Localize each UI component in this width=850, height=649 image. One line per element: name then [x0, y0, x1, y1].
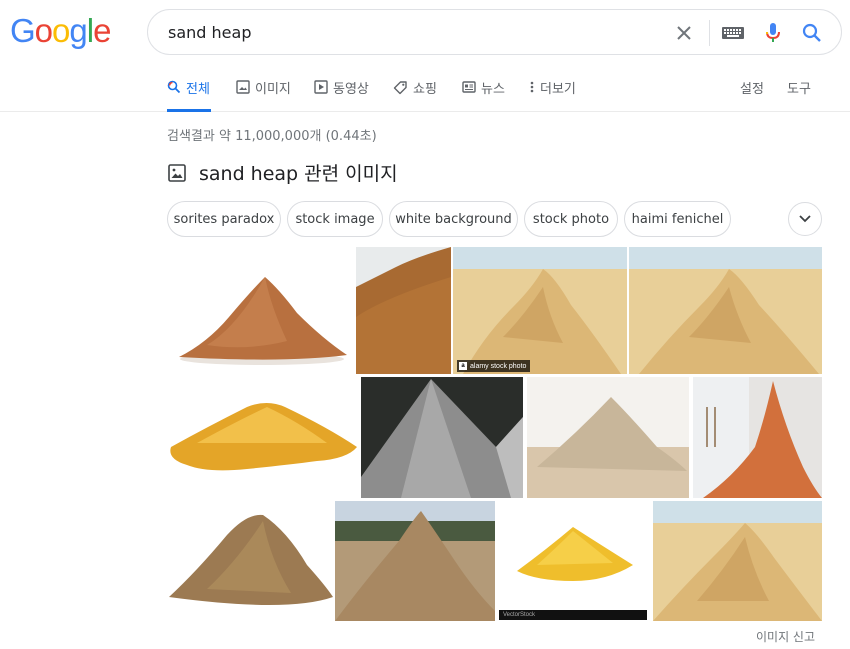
image-result[interactable]: a alamy stock photo — [453, 247, 627, 374]
chips-expand-button[interactable] — [788, 202, 822, 236]
logo-letter: o — [34, 12, 53, 49]
search-icon — [167, 80, 181, 94]
search-input[interactable] — [168, 20, 648, 44]
image-result[interactable] — [167, 247, 354, 374]
image-result[interactable] — [167, 501, 333, 621]
settings-link[interactable]: 설정 — [740, 78, 764, 97]
section-title: sand heap 관련 이미지 — [199, 163, 398, 185]
chevron-down-icon — [799, 215, 811, 223]
image-result[interactable]: VectorStock — [497, 501, 651, 621]
chip[interactable]: stock photo — [524, 201, 618, 237]
image-icon — [168, 163, 186, 182]
google-logo[interactable]: Google — [10, 12, 111, 49]
tab-label: 전체 — [186, 82, 210, 97]
image-result[interactable] — [693, 377, 822, 498]
mic-icon[interactable] — [759, 19, 787, 47]
video-icon — [314, 80, 328, 94]
chip[interactable]: white background — [389, 201, 518, 237]
tab-label: 이미지 — [255, 82, 291, 97]
logo-letter: g — [69, 12, 87, 49]
close-icon[interactable] — [670, 19, 698, 47]
chip[interactable]: haimi fenichel — [624, 201, 731, 237]
tag-icon — [393, 81, 407, 95]
divider — [709, 20, 710, 46]
tab-videos[interactable]: 동영상 — [314, 78, 369, 112]
tab-label: 뉴스 — [481, 82, 505, 97]
search-icon[interactable] — [798, 19, 826, 47]
images-section-header[interactable]: sand heap 관련 이미지 — [167, 159, 398, 186]
logo-letter: e — [93, 12, 111, 49]
image-icon — [236, 80, 250, 94]
watermark-text: alamy stock photo — [470, 362, 527, 370]
watermark: VectorStock — [499, 610, 647, 620]
tools-link[interactable]: 도구 — [787, 78, 811, 97]
image-result[interactable] — [629, 247, 822, 374]
search-box — [147, 9, 842, 55]
tab-label: 동영상 — [333, 82, 369, 97]
image-result[interactable] — [653, 501, 822, 621]
image-result[interactable] — [356, 247, 451, 374]
search-tabs: 전체 이미지 동영상 쇼핑 뉴스 더보기 설정 도구 — [0, 72, 850, 112]
tab-label: 쇼핑 — [413, 82, 437, 97]
image-result[interactable] — [361, 377, 523, 498]
tab-images[interactable]: 이미지 — [236, 78, 291, 112]
tab-shopping[interactable]: 쇼핑 — [393, 78, 437, 112]
logo-letter: o — [52, 12, 70, 49]
image-result[interactable] — [527, 377, 689, 498]
tab-all[interactable]: 전체 — [167, 78, 211, 112]
report-images-link[interactable]: 이미지 신고 — [756, 628, 815, 645]
image-result[interactable] — [335, 501, 495, 621]
chip[interactable]: sorites paradox — [167, 201, 281, 237]
tab-news[interactable]: 뉴스 — [462, 78, 505, 112]
result-stats: 검색결과 약 11,000,000개 (0.44초) — [167, 129, 377, 144]
tab-more[interactable]: 더보기 — [529, 78, 576, 112]
chip[interactable]: stock image — [287, 201, 383, 237]
more-vert-icon — [530, 81, 534, 93]
tab-label: 더보기 — [540, 82, 576, 97]
watermark: a alamy stock photo — [457, 360, 531, 372]
news-icon — [462, 81, 476, 93]
image-result[interactable] — [167, 377, 358, 498]
keyboard-icon[interactable] — [719, 19, 747, 47]
logo-letter: G — [10, 12, 36, 49]
